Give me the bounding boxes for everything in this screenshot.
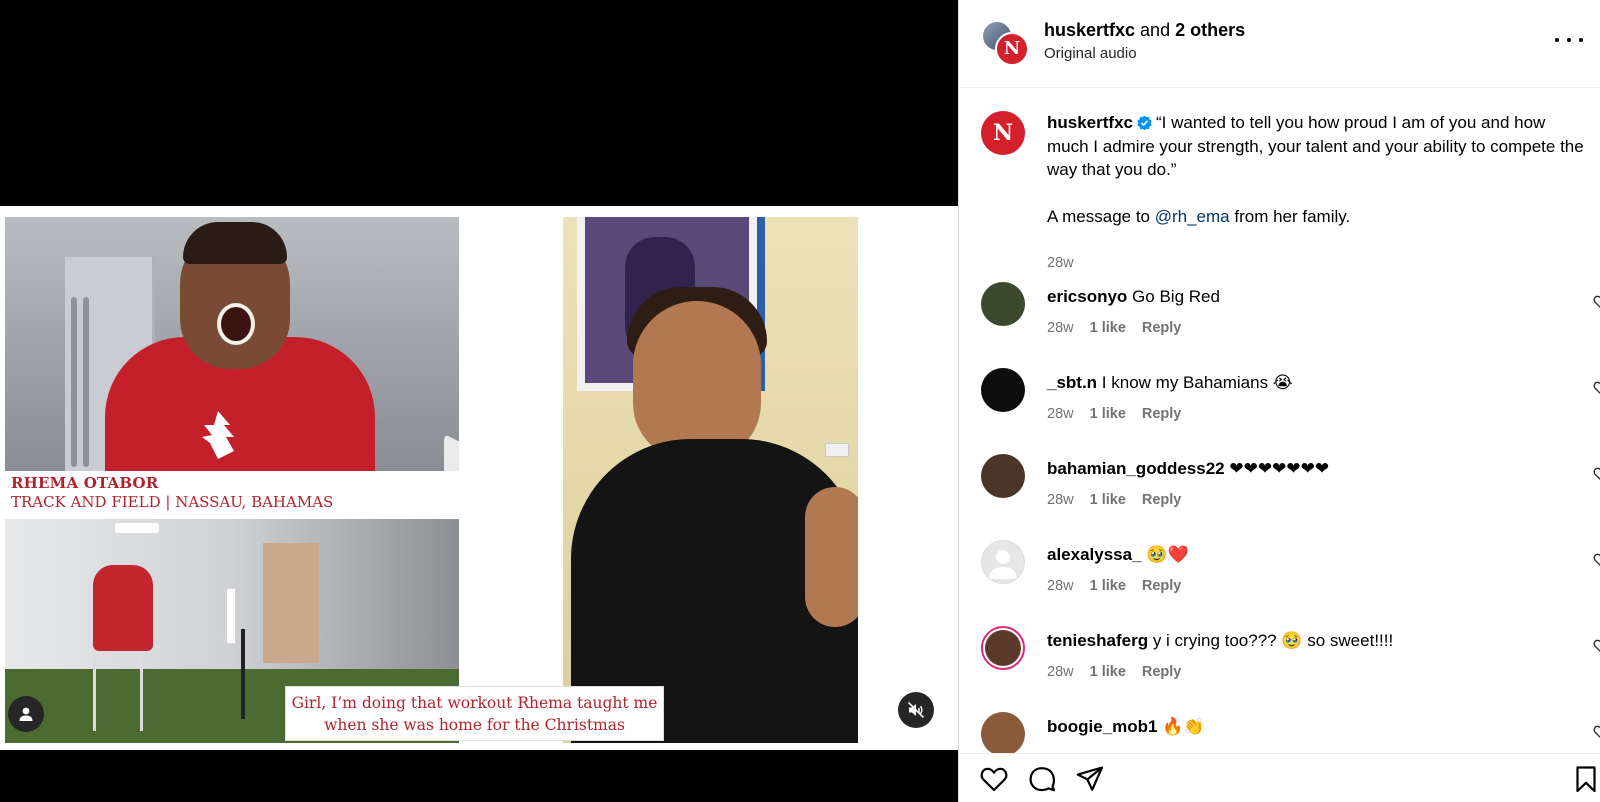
comment-item: ericsonyo Go Big Red 28w 1 like Reply (981, 282, 1600, 364)
default-avatar-icon (989, 550, 1017, 579)
reply-button[interactable]: Reply (1142, 664, 1182, 680)
comment-username[interactable]: ericsonyo (1047, 287, 1127, 306)
comment-time[interactable]: 28w (1047, 406, 1074, 422)
comment-item: _sbt.n I know my Bahamians 😭 28w 1 like Re… (981, 368, 1600, 450)
nebraska-wing-logo-icon (202, 411, 234, 459)
avatar[interactable] (981, 540, 1025, 584)
reply-button[interactable]: Reply (1142, 578, 1182, 594)
reply-button[interactable]: Reply (1142, 320, 1182, 336)
caption-timestamp[interactable]: 28w (1047, 255, 1074, 271)
comment-username[interactable]: boogie_mob1 (1047, 717, 1158, 736)
mute-button[interactable] (898, 692, 934, 728)
user-icon (19, 707, 33, 721)
comment-text: Go Big Red (1132, 287, 1220, 306)
avatar[interactable] (981, 712, 1025, 753)
play-icon[interactable] (438, 430, 524, 516)
user-tag-button[interactable] (8, 696, 44, 732)
avatar-with-story[interactable] (981, 626, 1025, 670)
comment-likes[interactable]: 1 like (1090, 578, 1126, 594)
mention-link[interactable]: @rh_ema (1155, 207, 1230, 226)
comment-text: 🔥👏 (1162, 717, 1205, 736)
bookmark-icon[interactable] (1571, 764, 1600, 794)
comment-item: alexalyssa_ 🥹❤️ 28w 1 like Reply (981, 540, 1600, 622)
collab-avatars[interactable]: N (981, 20, 1029, 68)
post-viewer: RHEMA OTABOR TRACK AND FIELD | NASSAU, B… (0, 0, 1600, 802)
comment-username[interactable]: alexalyssa_ (1047, 545, 1142, 564)
reply-button[interactable]: Reply (1142, 492, 1182, 508)
post-header: N huskertfxc and 2 others Original audio (959, 0, 1600, 88)
like-comment-heart-icon[interactable] (1593, 724, 1600, 740)
nebraska-n-logo: N (1003, 38, 1021, 59)
more-options-icon (1555, 38, 1559, 42)
muted-speaker-icon (907, 701, 925, 719)
athlete-title-card: RHEMA OTABOR TRACK AND FIELD | NASSAU, B… (5, 472, 349, 518)
comment-likes[interactable]: 1 like (1090, 492, 1126, 508)
video-panel-family (563, 217, 858, 743)
post-sidebar: N huskertfxc and 2 others Original audio… (958, 0, 1600, 802)
comment-time[interactable]: 28w (1047, 664, 1074, 680)
avatar: N (995, 32, 1029, 66)
comment-text: y i crying too??? 🥹 so sweet!!!! (1152, 631, 1394, 650)
post-authors[interactable]: huskertfxc and 2 others (1044, 19, 1245, 41)
comment-likes[interactable]: 1 like (1090, 320, 1126, 336)
comment-text: I know my Bahamians 😭 (1101, 373, 1293, 392)
comment-username[interactable]: bahamian_goddess22 (1047, 459, 1225, 478)
video-subtitle-line: Girl, I’m doing that workout Rhema taugh… (291, 694, 658, 712)
comment-likes[interactable]: 1 like (1090, 664, 1126, 680)
like-comment-heart-icon[interactable] (1593, 294, 1600, 310)
athlete-subtitle: TRACK AND FIELD | NASSAU, BAHAMAS (11, 493, 334, 511)
comment-username[interactable]: tenieshaferg (1047, 631, 1148, 650)
share-icon[interactable] (1075, 764, 1105, 794)
like-comment-heart-icon[interactable] (1593, 638, 1600, 654)
comment-item: tenieshaferg y i crying too??? 🥹 so swee… (981, 626, 1600, 708)
avatar[interactable] (981, 454, 1025, 498)
action-bar (959, 753, 1600, 802)
comment-item: bahamian_goddess22 ❤❤❤❤❤❤❤ 28w 1 like Repl… (981, 454, 1600, 536)
comment-time[interactable]: 28w (1047, 320, 1074, 336)
athlete-name: RHEMA OTABOR (11, 474, 159, 492)
like-comment-heart-icon[interactable] (1593, 380, 1600, 396)
more-options-button[interactable] (1555, 30, 1583, 50)
verified-badge-icon (1137, 115, 1152, 130)
comment-icon[interactable] (1027, 764, 1057, 794)
comment-likes[interactable]: 1 like (1090, 406, 1126, 422)
comment-text: 🥹❤️ (1146, 545, 1189, 564)
comment-username[interactable]: _sbt.n (1047, 373, 1097, 392)
avatar[interactable] (981, 282, 1025, 326)
heart-icon[interactable] (979, 764, 1009, 794)
video-subtitle: Girl, I’m doing that workout Rhema taugh… (285, 686, 664, 741)
caption-username[interactable]: huskertfxc (1047, 113, 1133, 132)
like-comment-heart-icon[interactable] (1593, 466, 1600, 482)
video-subtitle-line: when she was home for the Christmas (324, 716, 625, 734)
like-comment-heart-icon[interactable] (1593, 552, 1600, 568)
author-username[interactable]: huskertfxc (1044, 20, 1135, 40)
comment-item: boogie_mob1 🔥👏 (981, 712, 1600, 753)
comment-text: ❤❤❤❤❤❤❤ (1229, 459, 1330, 478)
comments-list[interactable]: N huskertfxc “I wanted to tell you how pr… (959, 89, 1600, 753)
comment-time[interactable]: 28w (1047, 492, 1074, 508)
reply-button[interactable]: Reply (1142, 406, 1182, 422)
avatar[interactable]: N (981, 111, 1025, 155)
avatar[interactable] (981, 368, 1025, 412)
audio-link[interactable]: Original audio (1044, 45, 1137, 62)
nebraska-n-logo: N (992, 120, 1014, 146)
comment-time[interactable]: 28w (1047, 578, 1074, 594)
other-authors[interactable]: 2 others (1175, 20, 1245, 40)
video-player[interactable]: RHEMA OTABOR TRACK AND FIELD | NASSAU, B… (0, 0, 958, 802)
video-panel-athlete (5, 217, 459, 471)
